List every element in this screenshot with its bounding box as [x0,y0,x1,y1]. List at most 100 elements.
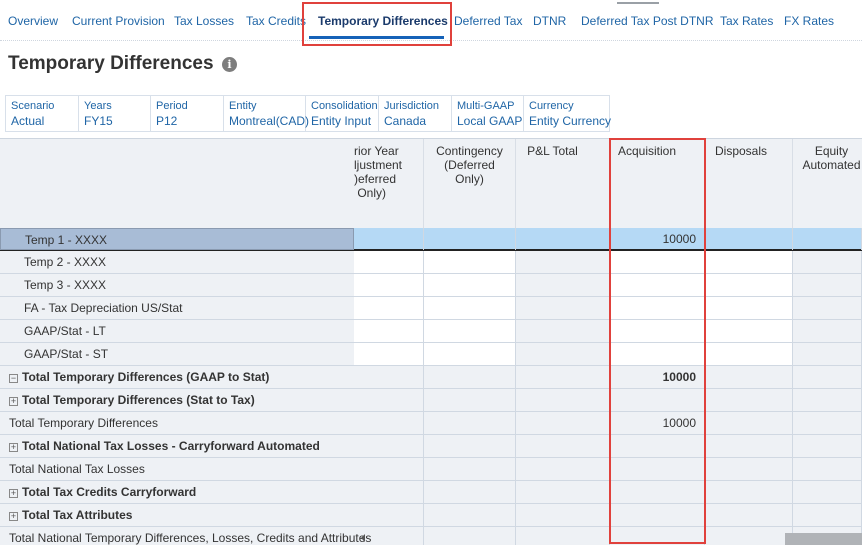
pov-scenario[interactable]: Scenario Actual [6,96,79,131]
table-row[interactable]: + Total Tax Attributes [0,504,862,527]
pov-jurisdiction[interactable]: Jurisdiction Canada [379,96,452,131]
table-row[interactable]: GAAP/Stat - LT [0,320,862,343]
tab-current-provision[interactable]: Current Provision [72,14,165,28]
column-header-equity-automated[interactable]: Equity Automated [793,139,862,228]
grid-cell[interactable] [705,435,793,457]
grid-cell[interactable] [516,251,610,273]
grid-cell[interactable] [424,251,516,273]
grid-cell[interactable] [793,504,862,526]
grid-cell[interactable] [793,458,862,480]
grid-cell[interactable] [424,481,516,503]
expand-icon[interactable]: + [9,512,18,521]
expand-icon[interactable]: + [9,443,18,452]
grid-cell[interactable] [793,251,862,273]
grid-cell[interactable]: 10000 [610,366,705,388]
grid-cell[interactable] [516,435,610,457]
grid-cell[interactable] [424,527,516,545]
tab-tax-rates[interactable]: Tax Rates [720,14,773,28]
table-row[interactable]: Temp 2 - XXXX [0,251,862,274]
drawer-handle[interactable] [617,2,659,4]
table-row[interactable]: FA - Tax Depreciation US/Stat [0,297,862,320]
grid-cell[interactable] [424,297,516,319]
grid-cell[interactable] [610,458,705,480]
collapse-icon[interactable]: − [9,374,18,383]
grid-cell[interactable] [793,412,862,434]
table-row[interactable]: GAAP/Stat - ST [0,343,862,366]
grid-cell[interactable] [705,504,793,526]
grid-cell[interactable] [424,274,516,296]
grid-cell[interactable] [705,343,793,365]
grid-cell[interactable] [793,481,862,503]
info-icon[interactable]: i [222,57,237,72]
grid-cell[interactable] [424,366,516,388]
grid-cell[interactable] [516,228,610,250]
grid-cell[interactable] [516,297,610,319]
grid-cell[interactable] [424,320,516,342]
column-header-prior-year-adjustment[interactable]: rior Year ljustment )eferred Only) [354,139,424,228]
column-header-pl-total[interactable]: P&L Total [516,139,610,228]
tab-fx-rates[interactable]: FX Rates [784,14,834,28]
table-row[interactable]: + Total Temporary Differences (Stat to Ta… [0,389,862,412]
grid-cell[interactable] [610,297,705,319]
table-row[interactable]: Total Temporary Differences 10000 [0,412,862,435]
pov-consolidation[interactable]: Consolidation Entity Input [306,96,379,131]
grid-cell[interactable] [354,458,424,480]
pov-entity[interactable]: Entity Montreal(CAD) [224,96,309,131]
grid-cell[interactable] [516,412,610,434]
expand-icon[interactable]: + [9,489,18,498]
table-row[interactable]: − Total Temporary Differences (GAAP to St… [0,366,862,389]
grid-cell[interactable] [354,274,424,296]
grid-cell[interactable] [424,458,516,480]
grid-cell[interactable] [354,297,424,319]
table-row[interactable]: + Total National Tax Losses - Carryforwar… [0,435,862,458]
grid-cell[interactable] [705,320,793,342]
grid-cell[interactable] [610,320,705,342]
column-header-disposals[interactable]: Disposals [705,139,793,228]
grid-cell[interactable] [705,274,793,296]
grid-cell[interactable] [793,435,862,457]
grid-cell[interactable] [610,389,705,411]
pov-period[interactable]: Period P12 [151,96,224,131]
grid-cell[interactable] [793,389,862,411]
grid-cell[interactable] [610,251,705,273]
column-header-acquisition[interactable]: Acquisition [610,139,705,228]
grid-cell[interactable] [516,274,610,296]
tab-deferred-tax[interactable]: Deferred Tax [454,14,522,28]
pov-years[interactable]: Years FY15 [79,96,151,131]
pov-currency[interactable]: Currency Entity Currency [524,96,611,131]
grid-cell[interactable] [793,274,862,296]
grid-cell[interactable] [793,343,862,365]
grid-cell[interactable] [424,504,516,526]
grid-cell[interactable] [354,412,424,434]
tab-tax-losses[interactable]: Tax Losses [174,14,234,28]
grid-cell[interactable] [705,297,793,319]
grid-cell[interactable] [705,458,793,480]
grid-cell[interactable] [610,504,705,526]
table-row[interactable]: Total National Temporary Differences, Lo… [0,527,862,545]
grid-cell[interactable] [705,389,793,411]
grid-cell[interactable] [516,343,610,365]
grid-cell[interactable] [610,274,705,296]
tab-deferred-tax-post-dtnr[interactable]: Deferred Tax Post DTNR [581,14,714,28]
grid-cell[interactable] [516,527,610,545]
column-header-contingency[interactable]: Contingency (Deferred Only) [424,139,516,228]
grid-cell[interactable] [793,228,862,250]
grid-cell[interactable] [354,366,424,388]
grid-cell[interactable] [354,320,424,342]
grid-cell[interactable] [705,228,793,250]
grid-cell[interactable] [516,504,610,526]
grid-cell[interactable] [705,366,793,388]
grid-cell[interactable] [424,412,516,434]
pov-multi-gaap[interactable]: Multi-GAAP Local GAAP [452,96,524,131]
grid-cell[interactable] [354,481,424,503]
grid-cell[interactable] [793,297,862,319]
table-row[interactable]: Total National Tax Losses [0,458,862,481]
grid-cell[interactable] [516,320,610,342]
table-row[interactable]: Temp 1 - XXXX 10000 [0,228,862,251]
tab-overview[interactable]: Overview [8,14,58,28]
grid-cell[interactable] [424,228,516,250]
grid-cell[interactable]: 10000 [610,228,705,250]
grid-cell[interactable] [354,251,424,273]
grid-cell[interactable] [354,228,424,250]
grid-cell[interactable] [516,481,610,503]
